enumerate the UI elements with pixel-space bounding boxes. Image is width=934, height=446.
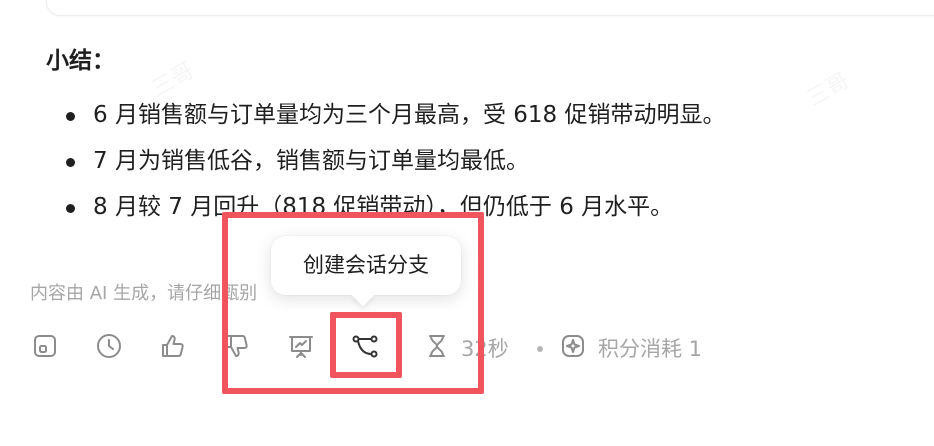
- list-item: 7 月为销售低谷，销售额与订单量均最低。: [64, 138, 725, 184]
- separator-dot: [537, 346, 543, 352]
- list-item: 6 月销售额与订单量均为三个月最高，受 618 促销带动明显。: [64, 92, 725, 138]
- clock-icon: [95, 332, 123, 364]
- summary-list: 6 月销售额与订单量均为三个月最高，受 618 促销带动明显。 7 月为销售低谷…: [64, 92, 725, 230]
- like-button[interactable]: [158, 333, 188, 363]
- sparkle-icon: [559, 332, 587, 364]
- copy-icon: [31, 332, 59, 364]
- watermark: 三哥: [800, 63, 854, 113]
- copy-button[interactable]: [30, 333, 60, 363]
- highlight-annotation-inner: [330, 312, 402, 378]
- points-indicator: [558, 333, 588, 363]
- previous-message-card: [46, 0, 934, 16]
- thumbs-up-icon: [159, 332, 187, 364]
- summary-heading: 小结：: [46, 48, 115, 74]
- points-text: 积分消耗 1: [598, 337, 703, 361]
- history-button[interactable]: [94, 333, 124, 363]
